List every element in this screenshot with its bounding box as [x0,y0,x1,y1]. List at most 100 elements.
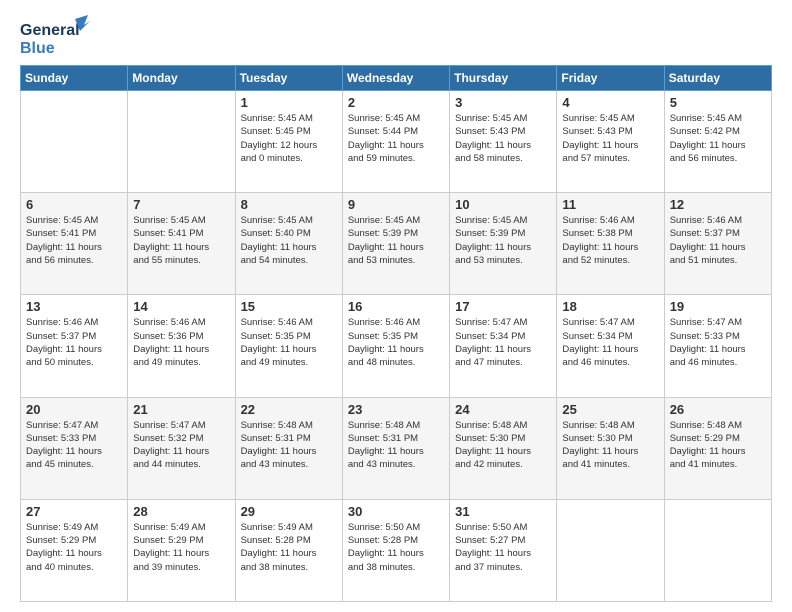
day-number: 17 [455,299,551,314]
calendar-cell [664,499,771,601]
calendar-week-row: 27 Sunrise: 5:49 AMSunset: 5:29 PMDayligh… [21,499,772,601]
calendar-cell: 15Sunrise: 5:46 AMSunset: 5:35 PMDayligh… [235,295,342,397]
calendar-week-row: 1Sunrise: 5:45 AMSunset: 5:45 PMDaylight… [21,91,772,193]
calendar-cell: 2Sunrise: 5:45 AMSunset: 5:44 PMDaylight… [342,91,449,193]
cell-info: Sunrise: 5:49 AMSunset: 5:28 PMDaylight:… [241,521,337,574]
weekday-header-cell: Saturday [664,66,771,91]
cell-info: Sunrise: 5:46 AMSunset: 5:36 PMDaylight:… [133,316,229,369]
page: GeneralBlue SundayMondayTuesdayWednesday… [0,0,792,612]
calendar-cell: 31 Sunrise: 5:50 AMSunset: 5:27 PMDayligh… [450,499,557,601]
weekday-header-cell: Monday [128,66,235,91]
weekday-header-cell: Thursday [450,66,557,91]
calendar-cell: 18Sunrise: 5:47 AMSunset: 5:34 PMDayligh… [557,295,664,397]
day-number: 28 [133,504,229,519]
cell-info: Sunrise: 5:46 AMSunset: 5:37 PMDaylight:… [26,316,122,369]
calendar-cell: 7 Sunrise: 5:45 AMSunset: 5:41 PMDaylight… [128,193,235,295]
cell-info: Sunrise: 5:48 AMSunset: 5:30 PMDaylight:… [562,419,658,472]
cell-info: Sunrise: 5:45 AMSunset: 5:39 PMDaylight:… [455,214,551,267]
day-number: 30 [348,504,444,519]
day-number: 20 [26,402,122,417]
header: GeneralBlue [20,15,772,57]
calendar-week-row: 6 Sunrise: 5:45 AMSunset: 5:41 PMDaylight… [21,193,772,295]
cell-info: Sunrise: 5:45 AMSunset: 5:43 PMDaylight:… [455,112,551,165]
day-number: 3 [455,95,551,110]
calendar-cell: 23 Sunrise: 5:48 AMSunset: 5:31 PMDayligh… [342,397,449,499]
day-number: 4 [562,95,658,110]
cell-info: Sunrise: 5:45 AMSunset: 5:41 PMDaylight:… [26,214,122,267]
calendar-cell: 5Sunrise: 5:45 AMSunset: 5:42 PMDaylight… [664,91,771,193]
day-number: 23 [348,402,444,417]
day-number: 8 [241,197,337,212]
cell-info: Sunrise: 5:46 AMSunset: 5:37 PMDaylight:… [670,214,766,267]
cell-info: Sunrise: 5:48 AMSunset: 5:31 PMDaylight:… [348,419,444,472]
cell-info: Sunrise: 5:45 AMSunset: 5:39 PMDaylight:… [348,214,444,267]
calendar-cell: 1Sunrise: 5:45 AMSunset: 5:45 PMDaylight… [235,91,342,193]
svg-text:General: General [20,22,80,39]
day-number: 27 [26,504,122,519]
calendar-cell: 3 Sunrise: 5:45 AMSunset: 5:43 PMDaylight… [450,91,557,193]
weekday-header-row: SundayMondayTuesdayWednesdayThursdayFrid… [21,66,772,91]
calendar-cell: 4 Sunrise: 5:45 AMSunset: 5:43 PMDaylight… [557,91,664,193]
cell-info: Sunrise: 5:50 AMSunset: 5:28 PMDaylight:… [348,521,444,574]
day-number: 26 [670,402,766,417]
cell-info: Sunrise: 5:45 AMSunset: 5:41 PMDaylight:… [133,214,229,267]
cell-info: Sunrise: 5:49 AMSunset: 5:29 PMDaylight:… [26,521,122,574]
calendar-cell: 20 Sunrise: 5:47 AMSunset: 5:33 PMDayligh… [21,397,128,499]
day-number: 11 [562,197,658,212]
day-number: 9 [348,197,444,212]
day-number: 2 [348,95,444,110]
calendar-cell: 6 Sunrise: 5:45 AMSunset: 5:41 PMDaylight… [21,193,128,295]
calendar-cell: 29 Sunrise: 5:49 AMSunset: 5:28 PMDayligh… [235,499,342,601]
calendar-cell: 30 Sunrise: 5:50 AMSunset: 5:28 PMDayligh… [342,499,449,601]
cell-info: Sunrise: 5:48 AMSunset: 5:31 PMDaylight:… [241,419,337,472]
calendar-cell: 13 Sunrise: 5:46 AMSunset: 5:37 PMDayligh… [21,295,128,397]
calendar-cell: 10Sunrise: 5:45 AMSunset: 5:39 PMDayligh… [450,193,557,295]
calendar-cell: 14 Sunrise: 5:46 AMSunset: 5:36 PMDayligh… [128,295,235,397]
calendar-cell: 27 Sunrise: 5:49 AMSunset: 5:29 PMDayligh… [21,499,128,601]
calendar-cell: 11 Sunrise: 5:46 AMSunset: 5:38 PMDayligh… [557,193,664,295]
calendar-cell [21,91,128,193]
calendar-cell [128,91,235,193]
day-number: 21 [133,402,229,417]
day-number: 12 [670,197,766,212]
day-number: 14 [133,299,229,314]
calendar-cell [557,499,664,601]
day-number: 13 [26,299,122,314]
calendar-cell: 9 Sunrise: 5:45 AMSunset: 5:39 PMDaylight… [342,193,449,295]
day-number: 15 [241,299,337,314]
cell-info: Sunrise: 5:45 AMSunset: 5:43 PMDaylight:… [562,112,658,165]
day-number: 24 [455,402,551,417]
calendar-cell: 25 Sunrise: 5:48 AMSunset: 5:30 PMDayligh… [557,397,664,499]
calendar-week-row: 13 Sunrise: 5:46 AMSunset: 5:37 PMDayligh… [21,295,772,397]
logo-svg: GeneralBlue [20,15,90,57]
day-number: 7 [133,197,229,212]
day-number: 25 [562,402,658,417]
cell-info: Sunrise: 5:50 AMSunset: 5:27 PMDaylight:… [455,521,551,574]
day-number: 19 [670,299,766,314]
weekday-header-cell: Wednesday [342,66,449,91]
cell-info: Sunrise: 5:47 AMSunset: 5:34 PMDaylight:… [455,316,551,369]
cell-info: Sunrise: 5:47 AMSunset: 5:32 PMDaylight:… [133,419,229,472]
calendar-cell: 21 Sunrise: 5:47 AMSunset: 5:32 PMDayligh… [128,397,235,499]
cell-info: Sunrise: 5:47 AMSunset: 5:33 PMDaylight:… [670,316,766,369]
day-number: 6 [26,197,122,212]
calendar-cell: 22 Sunrise: 5:48 AMSunset: 5:31 PMDayligh… [235,397,342,499]
cell-info: Sunrise: 5:49 AMSunset: 5:29 PMDaylight:… [133,521,229,574]
day-number: 31 [455,504,551,519]
calendar-cell: 28 Sunrise: 5:49 AMSunset: 5:29 PMDayligh… [128,499,235,601]
cell-info: Sunrise: 5:46 AMSunset: 5:38 PMDaylight:… [562,214,658,267]
weekday-header-cell: Sunday [21,66,128,91]
calendar-cell: 19 Sunrise: 5:47 AMSunset: 5:33 PMDayligh… [664,295,771,397]
weekday-header-cell: Friday [557,66,664,91]
calendar-body: 1Sunrise: 5:45 AMSunset: 5:45 PMDaylight… [21,91,772,602]
logo: GeneralBlue [20,15,90,57]
day-number: 29 [241,504,337,519]
cell-info: Sunrise: 5:48 AMSunset: 5:30 PMDaylight:… [455,419,551,472]
calendar-cell: 24 Sunrise: 5:48 AMSunset: 5:30 PMDayligh… [450,397,557,499]
cell-info: Sunrise: 5:47 AMSunset: 5:33 PMDaylight:… [26,419,122,472]
weekday-header-cell: Tuesday [235,66,342,91]
calendar-cell: 12 Sunrise: 5:46 AMSunset: 5:37 PMDayligh… [664,193,771,295]
day-number: 22 [241,402,337,417]
calendar-cell: 17 Sunrise: 5:47 AMSunset: 5:34 PMDayligh… [450,295,557,397]
day-number: 5 [670,95,766,110]
